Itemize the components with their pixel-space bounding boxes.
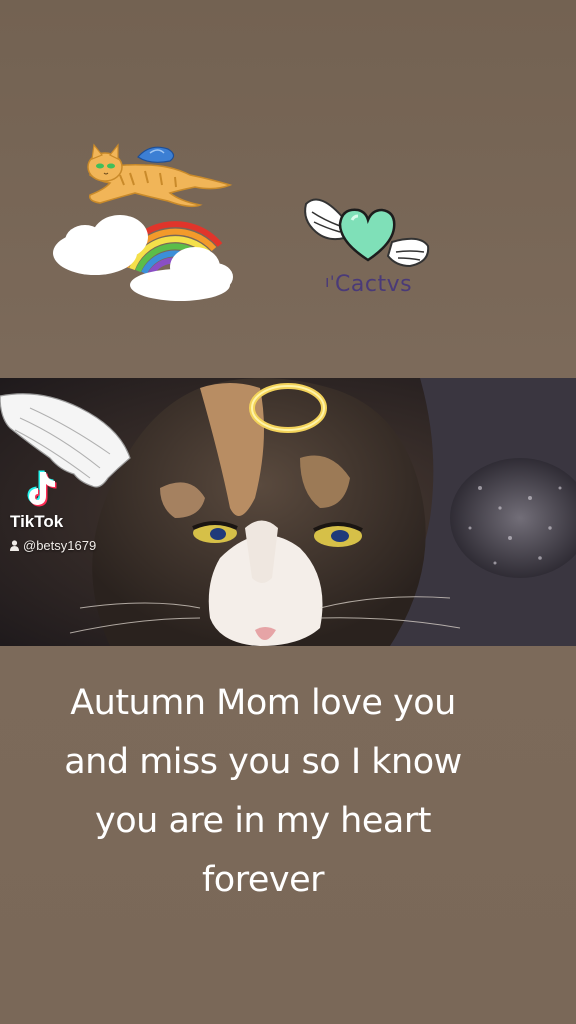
credit-mark-icon: ı' bbox=[325, 272, 335, 291]
sticker-credit-label: Cactvs bbox=[335, 272, 413, 297]
story-screen: ı'Cactvs TikTok @betsy1679 Autumn Mom lo… bbox=[0, 0, 576, 1024]
tiktok-app-name: TikTok bbox=[10, 512, 64, 531]
cat-photo bbox=[0, 378, 576, 646]
username-text: @betsy1679 bbox=[23, 538, 97, 553]
tiktok-username: @betsy1679 bbox=[10, 538, 96, 553]
caption-line: and miss you so I know bbox=[64, 742, 462, 782]
caption-line: you are in my heart bbox=[95, 801, 431, 841]
tiktok-logo-icon bbox=[24, 468, 58, 508]
sticker-credit-text: ı'Cactvs bbox=[325, 272, 412, 297]
rainbow-cat-sticker bbox=[50, 135, 240, 305]
caption-line: Autumn Mom love you bbox=[70, 683, 456, 723]
user-icon bbox=[10, 540, 19, 551]
caption-text: Autumn Mom love you and miss you so I kn… bbox=[28, 674, 498, 910]
caption-line: forever bbox=[201, 860, 325, 900]
